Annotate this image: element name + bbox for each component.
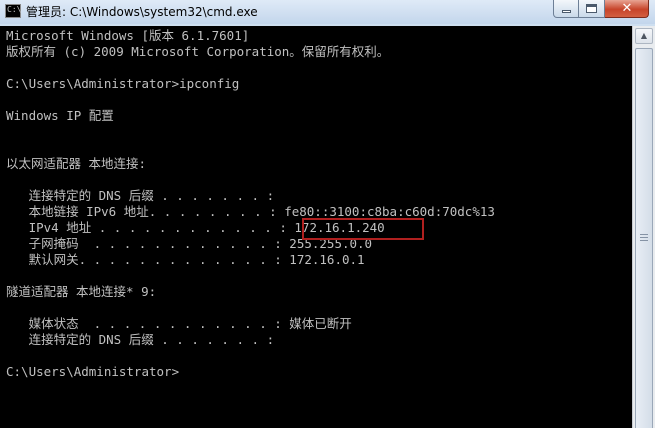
scroll-thumb[interactable] (635, 48, 653, 428)
cmd-icon-glyph: C:\ (7, 5, 22, 14)
console-line: Microsoft Windows [版本 6.1.7601] (6, 28, 250, 43)
console-line: 连接特定的 DNS 后缀 . . . . . . . : (6, 332, 275, 347)
minimize-button[interactable] (553, 0, 579, 18)
thumb-grip-line (640, 237, 648, 238)
console-line: 连接特定的 DNS 后缀 . . . . . . . : (6, 188, 275, 203)
console-line: 隧道适配器 本地连接* 9: (6, 284, 157, 299)
maximize-icon (586, 4, 597, 13)
console-line: C:\Users\Administrator> (6, 364, 180, 379)
console-line: Windows IP 配置 (6, 108, 114, 123)
cmd-window: C:\ 管理员: C:\Windows\system32\cmd.exe ✕ M… (0, 0, 655, 428)
close-icon: ✕ (621, 1, 633, 16)
console-line: 媒体状态 . . . . . . . . . . . . : 媒体已断开 (6, 316, 352, 331)
console-line: 版权所有 (c) 2009 Microsoft Corporation。保留所有… (6, 44, 390, 59)
vertical-scrollbar[interactable]: ▲ (632, 26, 655, 428)
ipv4-highlight-box (302, 218, 424, 240)
thumb-grip-line (640, 234, 648, 235)
chevron-up-icon: ▲ (640, 31, 648, 40)
console-line: 默认网关. . . . . . . . . . . . . : 172.16.0… (6, 252, 365, 267)
console-line: C:\Users\Administrator>ipconfig (6, 76, 240, 91)
close-button[interactable]: ✕ (605, 0, 649, 18)
maximize-button[interactable] (579, 0, 605, 18)
cmd-console-icon[interactable]: C:\ (5, 4, 21, 18)
scroll-up-button[interactable]: ▲ (635, 28, 653, 44)
title-bar[interactable]: C:\ 管理员: C:\Windows\system32\cmd.exe ✕ (0, 0, 655, 24)
console-line: 以太网适配器 本地连接: (6, 156, 147, 171)
caption-buttons: ✕ (553, 0, 649, 18)
minimize-icon (562, 10, 571, 13)
console-output[interactable]: Microsoft Windows [版本 6.1.7601] 版权所有 (c)… (0, 26, 632, 428)
window-title: 管理员: C:\Windows\system32\cmd.exe (26, 5, 258, 19)
thumb-grip-line (640, 240, 648, 241)
